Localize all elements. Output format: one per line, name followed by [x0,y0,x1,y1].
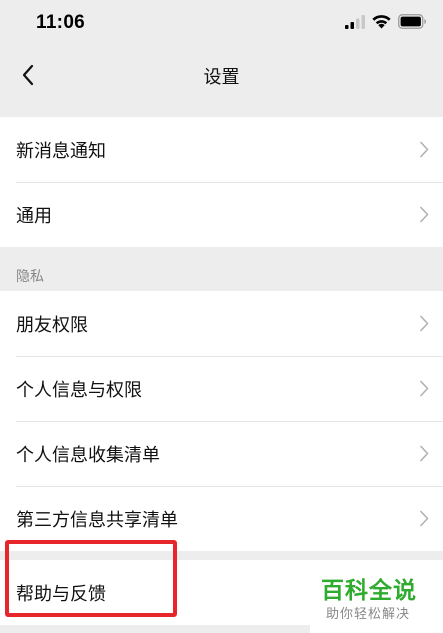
highlight-annotation [5,540,177,617]
list-item-new-message-notifications[interactable]: 新消息通知 [0,117,443,182]
list-item-label: 个人信息与权限 [16,379,142,401]
nav-bar: 设置 [0,46,443,104]
page-title: 设置 [203,67,240,88]
settings-group-privacy: 朋友权限 个人信息与权限 个人信息收集清单 第三方信息共享清单 [0,291,443,551]
section-header-privacy: 隐私 [16,269,44,285]
list-item-label: 个人信息收集清单 [16,444,160,466]
signal-icon [345,15,365,29]
watermark-subtitle: 助你轻松解决 [326,607,411,622]
list-item-friend-permissions[interactable]: 朋友权限 [0,291,443,356]
wifi-icon [372,15,391,29]
chevron-right-icon [420,141,429,158]
chevron-right-icon [420,380,429,397]
list-item-label: 通用 [16,205,52,227]
watermark: 百科全说 助你轻松解决 [310,563,443,633]
list-item-label: 第三方信息共享清单 [16,509,178,531]
watermark-title: 百科全说 [321,578,417,604]
list-item-personal-info-permissions[interactable]: 个人信息与权限 [0,356,443,421]
battery-icon [398,14,426,29]
list-item-label: 朋友权限 [16,314,88,336]
chevron-right-icon [420,315,429,332]
list-item-label: 新消息通知 [16,140,106,162]
settings-group-notifications: 新消息通知 通用 [0,117,443,247]
settings-screen: 11:06 设置 新消息通知 通用 隐私 朋友权限 个人信息与权限 个人信息收集… [0,0,443,633]
chevron-right-icon [420,445,429,462]
list-item-personal-info-collection[interactable]: 个人信息收集清单 [0,421,443,486]
chevron-right-icon [420,510,429,527]
status-time: 11:06 [36,12,86,33]
chevron-right-icon [420,206,429,223]
status-bar: 11:06 [0,0,443,46]
list-item-general[interactable]: 通用 [0,182,443,247]
